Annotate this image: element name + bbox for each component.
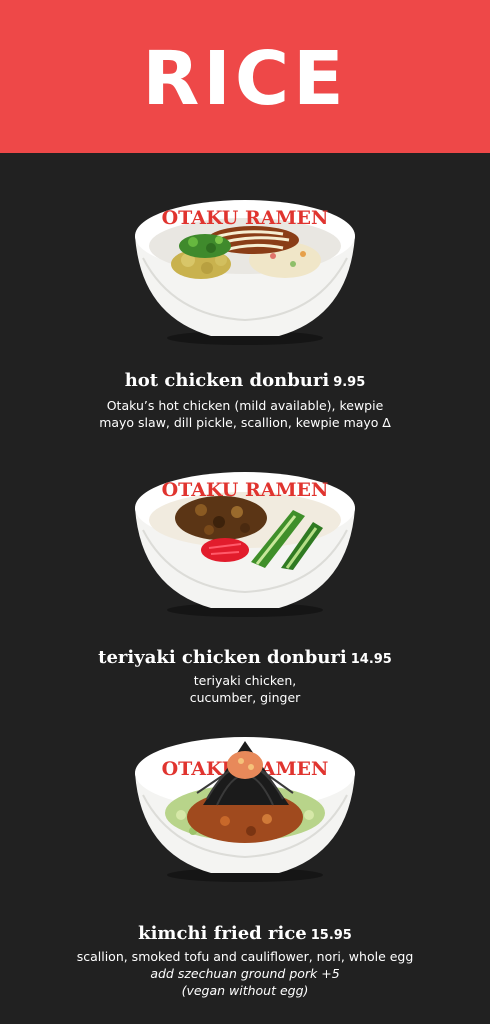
description-line: scallion, smoked tofu and cauliflower, n… [76,949,414,964]
description-line: mayo slaw, dill pickle, scallion, kewpie… [99,415,391,430]
dish-name: teriyaki chicken donburi [98,647,347,668]
dish-name: kimchi fried rice [138,923,307,944]
dish-price: 15.95 [310,928,352,943]
dish-title: teriyaki chicken donburi 14.95 [0,647,490,668]
kimchi-fried-rice-photo: OTAKU RAMEN [133,735,357,885]
menu-page: RICE OTAKU RAMEN hot chicken donburi 9.9… [0,0,490,1024]
dish-note: (vegan without egg) [181,983,309,998]
page-title: RICE [142,35,348,122]
bowl-brand-text: OTAKU RAMEN [162,479,329,501]
dish-note: add szechuan ground pork +5 [150,966,340,981]
description-line: Otaku’s hot chicken (mild available), ke… [106,398,384,413]
dish-description: scallion, smoked tofu and cauliflower, n… [0,948,490,999]
bowl-brand-text: OTAKU RAMEN [162,207,329,229]
dish-price: 14.95 [350,652,392,667]
hot-chicken-donburi-photo: OTAKU RAMEN [133,198,357,348]
teriyaki-chicken-donburi-photo: OTAKU RAMEN [133,470,357,620]
header-banner: RICE [0,0,490,153]
dish-description: teriyaki chicken, cucumber, ginger [0,672,490,706]
dish-name: hot chicken donburi [124,370,330,391]
dish-description: Otaku’s hot chicken (mild available), ke… [0,397,490,431]
description-line: cucumber, ginger [189,690,301,705]
description-line: teriyaki chicken, [193,673,297,688]
dish-price: 9.95 [333,375,366,390]
dish-title: hot chicken donburi 9.95 [0,370,490,391]
dish-title: kimchi fried rice 15.95 [0,923,490,944]
